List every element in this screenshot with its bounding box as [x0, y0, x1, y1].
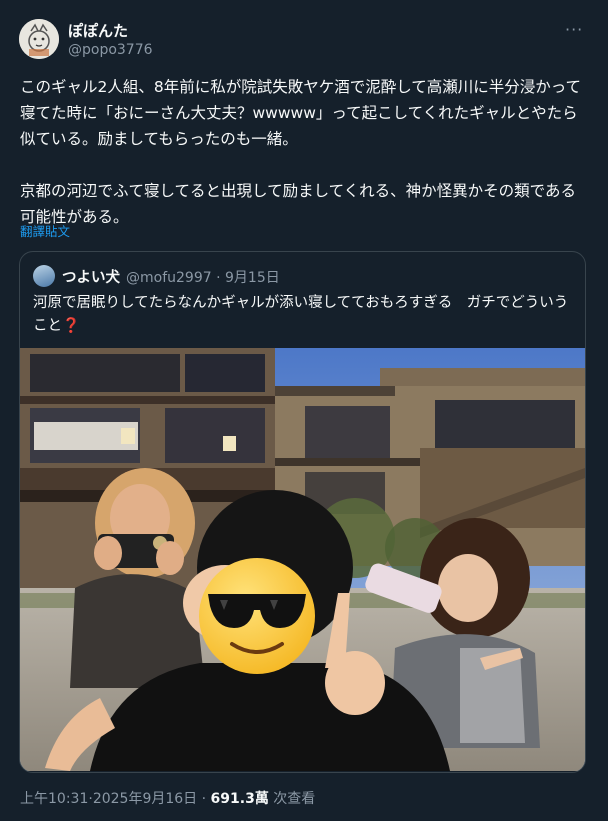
author-avatar[interactable] [19, 19, 59, 59]
view-count: 691.3萬 [210, 791, 269, 807]
quoted-author-name: つよい犬 [62, 270, 120, 286]
quoted-author-handle: @mofu2997 [126, 270, 212, 286]
meta-separator: · [216, 270, 221, 286]
views-label: 次查看 [273, 791, 316, 807]
tweet-text: このギャル2人組、8年前に私が院試失敗ヤケ酒で泥酔して高瀬川に半分浸かって寝てた… [20, 78, 581, 226]
footer-separator: · [201, 791, 207, 807]
author-handle[interactable]: @popo3776 [68, 42, 153, 58]
more-options-icon[interactable]: ··· [565, 20, 583, 39]
author-name[interactable]: ぽぽんた [68, 20, 128, 41]
quoted-author-avatar [33, 265, 55, 287]
quoted-text-body: 河原で居眠りしてたらなんかギャルが添い寝してておもろすぎる ガチでどういうこと [33, 295, 569, 334]
avatar-drawing-icon [19, 19, 59, 59]
quoted-tweet[interactable]: つよい犬 @mofu2997 · 9月15日 河原で居眠りしてたらなんかギャルが… [19, 251, 586, 773]
post-date: 2025年9月16日 [92, 791, 198, 807]
tweet-footer: 上午10:31·2025年9月16日 · 691.3萬 次查看 [20, 788, 315, 808]
quoted-meta: @mofu2997 · 9月15日 [126, 267, 280, 287]
translate-post-link[interactable]: 翻譯貼文 [20, 221, 70, 240]
question-emoji: ❓ [62, 318, 81, 334]
quoted-photo[interactable] [20, 348, 585, 771]
quoted-date: 9月15日 [225, 270, 280, 286]
post-time: 上午10:31 [20, 791, 89, 807]
tweet-detail: ぽぽんた @popo3776 ··· このギャル2人組、8年前に私が院試失敗ヤケ… [0, 0, 608, 821]
quoted-text: 河原で居眠りしてたらなんかギャルが添い寝してておもろすぎる ガチでどういうこと❓ [33, 292, 573, 338]
